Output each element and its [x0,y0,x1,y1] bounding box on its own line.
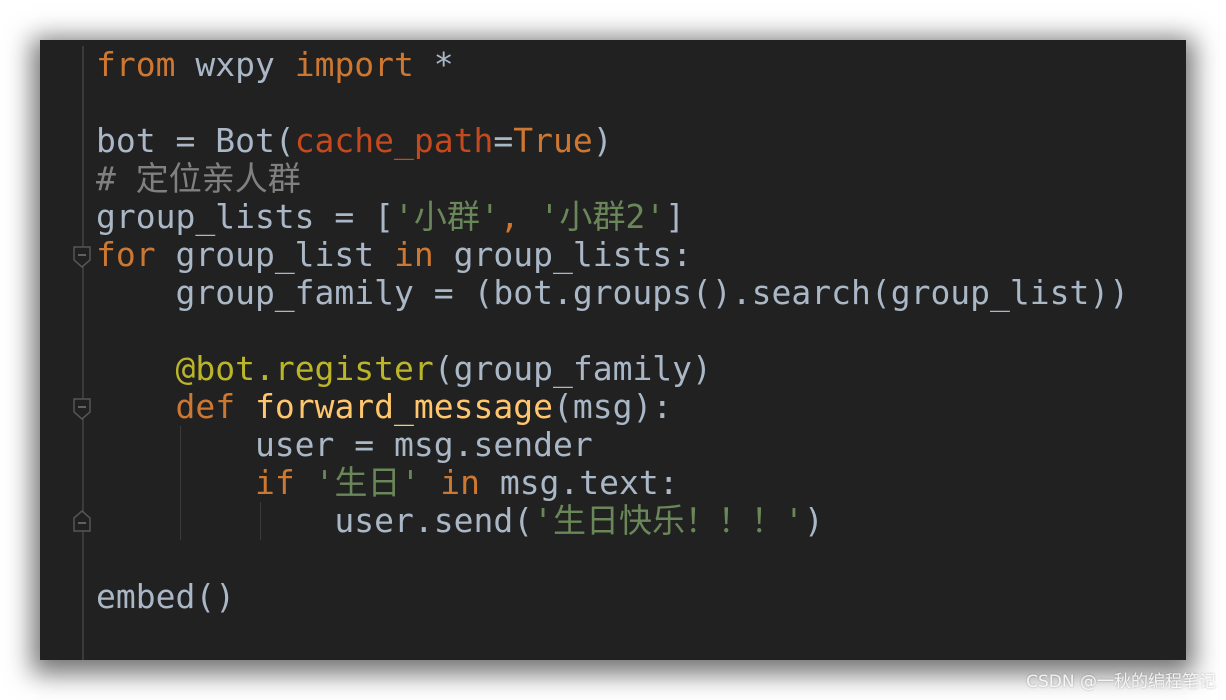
code-token-cmt: # 定位亲人群 [96,159,301,198]
code-token-txt: ] [665,197,685,236]
code-token-param: cache_path [294,121,494,160]
code-token-str: '生日' [314,463,421,502]
code-line[interactable]: # 定位亲人群 [96,160,1129,198]
code-token-txt: * [413,45,454,84]
code-line[interactable]: embed() [96,578,1129,616]
code-line[interactable] [96,312,1129,350]
code-line[interactable]: from wxpy import * [96,46,1129,84]
code-token-kw: for [96,235,156,274]
code-token-txt: user.send( [96,501,534,540]
code-token-kw: in [440,463,480,502]
fold-end-icon[interactable] [73,510,91,532]
code-token-txt: ) [592,121,613,160]
code-editor[interactable]: from wxpy import * bot = Bot(cache_path=T… [40,40,1186,660]
code-token-str: '小群' [394,197,500,236]
code-token-txt: = [493,121,514,160]
code-token-txt: (group_family) [433,349,712,388]
code-token-txt: (msg): [552,387,673,426]
code-token-str: '小群2' [539,197,666,236]
code-token-kw: import [294,45,414,84]
code-line[interactable]: user = msg.sender [96,426,1129,464]
code-line[interactable]: def forward_message(msg): [96,388,1129,426]
code-token-txt: wxpy [175,45,295,84]
watermark: CSDN @一秋的编程笔记 [1026,672,1216,692]
gutter-divider [82,46,84,660]
code-token-txt: user = msg.sender [96,425,593,464]
code-token-txt: group_list [155,235,395,274]
code-token-str: '生日快乐！！！' [533,501,804,540]
fold-collapse-icon[interactable] [73,246,91,268]
code-line[interactable]: group_family = (bot.groups().search(grou… [96,274,1129,312]
code-line[interactable] [96,540,1129,578]
code-token-fn: forward_message [254,387,553,426]
code-line[interactable]: @bot.register(group_family) [96,350,1129,388]
code-token-deco: @bot.register [175,349,434,388]
code-token-txt: group_family = (bot.groups().search(grou… [96,273,1130,312]
code-token-txt: msg.text: [479,463,679,502]
code-line[interactable]: group_lists = ['小群', '小群2'] [96,198,1129,236]
code-line[interactable]: if '生日' in msg.text: [96,464,1129,502]
code-token-txt: embed() [96,577,236,616]
code-line[interactable]: for group_list in group_lists: [96,236,1129,274]
code-lines: from wxpy import * bot = Bot(cache_path=T… [96,46,1129,616]
code-token-kw: , [499,197,540,236]
code-token-txt: group_lists = [ [96,197,395,236]
code-token-kw: True [513,121,593,160]
code-token-kw: def [175,387,236,426]
code-line[interactable] [96,84,1129,122]
code-token-txt: bot = Bot( [96,121,295,160]
fold-collapse-icon[interactable] [73,398,91,420]
code-token-txt: group_lists: [433,235,693,274]
code-line[interactable]: bot = Bot(cache_path=True) [96,122,1129,160]
code-token-kw: from [96,45,176,84]
code-line[interactable]: user.send('生日快乐！！！') [96,502,1129,540]
code-token-kw: if [254,463,295,502]
code-token-txt: ) [803,501,824,540]
code-token-kw: in [394,235,434,274]
